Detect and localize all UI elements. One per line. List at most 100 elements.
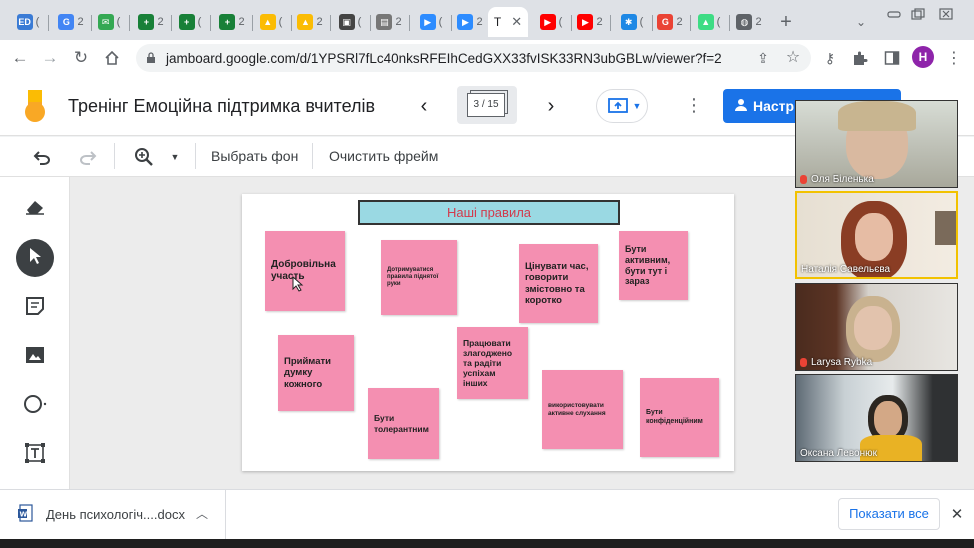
profile-avatar[interactable]: H [912,46,934,68]
participant-name: Наталія Савельєва [801,264,890,275]
clear-frame-button[interactable]: Очистить фрейм [329,148,438,164]
browser-menu-icon[interactable]: ⋮ [946,48,962,68]
frame-bar-toggle[interactable]: 3 / 15 [457,86,517,124]
word-document-icon: W [18,504,34,522]
forward-icon[interactable]: → [40,48,60,68]
mic-muted-icon [800,358,807,367]
jamboard-logo-icon[interactable] [22,88,48,124]
browser-tab[interactable]: ▶( [413,7,449,37]
zoom-icon[interactable] [133,146,155,168]
participant-name-label: Оксана Левонюк [800,448,877,459]
mail-icon: ✉ [97,14,114,30]
video-tile[interactable]: Оксана Левонюк [795,374,958,462]
browser-tab-strip: ED(G 2 ✉(+2 +(+2 ▲(▲ 2 ▣(▤ 2 ▶(▶ 2 ▶(▶ 2 ✱(G 2 ▲(◍ 2 T … [0,0,974,42]
undo-icon[interactable] [31,146,53,168]
classroom-icon: ▣ [338,14,355,30]
sticky-note[interactable]: Приймати думку кожного [278,335,354,411]
taskbar-edge [0,539,974,548]
tab-jamboard-active[interactable]: T ✕ [488,7,528,37]
home-icon[interactable] [101,47,123,69]
mic-muted-icon [800,175,807,184]
download-bar: W День психологіч....docx ︿ Показати все… [0,489,974,540]
video-tile[interactable]: Larysa Rybka [795,283,958,371]
zoom-dropdown-icon[interactable]: ▼ [169,151,181,163]
sticky-note[interactable]: Бути конфіденційним [640,378,719,457]
redo-icon[interactable] [77,146,99,168]
browser-tab[interactable]: +( [172,7,208,37]
next-frame-icon[interactable]: › [541,95,561,117]
eraser-tool[interactable] [16,189,54,227]
present-button[interactable]: ▼ [596,89,648,123]
key-icon[interactable]: ⚷ [820,49,840,67]
back-icon[interactable]: ← [10,48,30,68]
browser-tab[interactable]: G2 [652,7,688,37]
lock-icon[interactable] [145,51,157,65]
sticky-note[interactable]: Працювати злагоджено та радіти успіхам і… [457,327,528,399]
title-banner[interactable]: Наші правила [358,200,620,225]
browser-tab[interactable]: ✉( [91,7,127,37]
chevron-down-icon[interactable]: ⌄ [852,12,870,32]
tab-separator [729,15,730,31]
close-tab-icon[interactable]: ✕ [511,14,522,30]
sheets-icon: + [178,14,195,30]
browser-tab[interactable]: +2 [133,7,169,37]
more-options-icon[interactable]: ⋮ [685,94,703,116]
browser-toolbar: ← → ↻ jamboard.google.com/d/1YPSRl7fLc40… [0,40,974,76]
sticky-note-icon [25,296,45,321]
browser-tab[interactable]: ◍ 2 [731,7,767,37]
close-window-icon[interactable] [935,6,957,22]
browser-tab-title: 2 [238,16,245,28]
text-box-tool[interactable] [16,436,54,474]
sticky-note[interactable]: Бути активним, бути тут і зараз [619,231,688,300]
previous-frame-icon[interactable]: ‹ [414,95,434,117]
video-tile[interactable]: Оля Біленька [795,100,958,188]
browser-tab[interactable]: ▲ 2 [292,7,328,37]
address-bar[interactable]: jamboard.google.com/d/1YPSRl7fLc40nksRFE… [136,44,811,72]
video-tile-active-speaker[interactable]: Наталія Савельєва [795,191,958,279]
share-page-icon[interactable]: ⇪ [754,49,772,67]
download-item[interactable]: W День психологіч....docx ︿ [0,490,226,540]
sticky-note[interactable]: Бути толерантним [368,388,439,459]
participant-hair [838,101,916,131]
participant-name-label: Larysa Rybka [811,357,873,368]
tab-separator [129,15,130,31]
sticky-note[interactable]: використовувати активне слухання [542,370,623,449]
browser-tab[interactable]: ▤ 2 [371,7,407,37]
browser-tab[interactable]: ✱( [614,7,650,37]
set-background-button[interactable]: Выбрать фон [211,148,298,164]
sticky-note[interactable]: Дотримуватися правила піднятої руки [381,240,457,315]
extensions-icon[interactable] [850,48,870,68]
bookmark-star-icon[interactable]: ☆ [784,48,802,66]
person-add-icon [735,98,747,112]
browser-tab[interactable]: ED( [10,7,46,37]
side-panel-icon[interactable] [882,48,902,68]
browser-tab-title: ( [639,16,644,28]
add-image-tool[interactable] [16,338,54,376]
restore-icon[interactable] [907,6,929,22]
browser-tab[interactable]: ▲( [253,7,289,37]
show-all-downloads-button[interactable]: Показати все [838,498,940,530]
sticky-note[interactable]: Цінувати час, говорити змістовно та коро… [519,244,598,323]
browser-tab[interactable]: ▶( [533,7,569,37]
zoom-icon: ▶ [457,14,474,30]
browser-tab[interactable]: ▶ 2 [572,7,608,37]
reload-icon[interactable]: ↻ [71,48,91,68]
jam-title[interactable]: Тренінг Емоційна підтримка вчителів [68,96,375,117]
drive-icon: ▲ [297,14,314,30]
minimize-icon[interactable] [883,6,905,22]
sticky-note[interactable]: Добровільна участь [265,231,345,311]
new-tab-icon[interactable]: + [776,11,796,33]
browser-tab[interactable]: ▣( [332,7,368,37]
browser-tab[interactable]: G2 [53,7,89,37]
browser-tab[interactable]: ▲( [691,7,727,37]
translate-icon: G [58,14,75,30]
close-download-bar-icon[interactable]: ✕ [948,505,966,523]
browser-tab-title: 2 [77,16,84,28]
circle-shape-tool[interactable] [16,387,54,425]
browser-tab[interactable]: +2 [214,7,250,37]
background-decor [935,211,956,245]
sticky-note-tool[interactable] [16,289,54,327]
chevron-up-icon[interactable]: ︿ [194,505,210,521]
select-tool[interactable] [16,239,54,277]
browser-tab[interactable]: ▶ 2 [452,7,488,37]
